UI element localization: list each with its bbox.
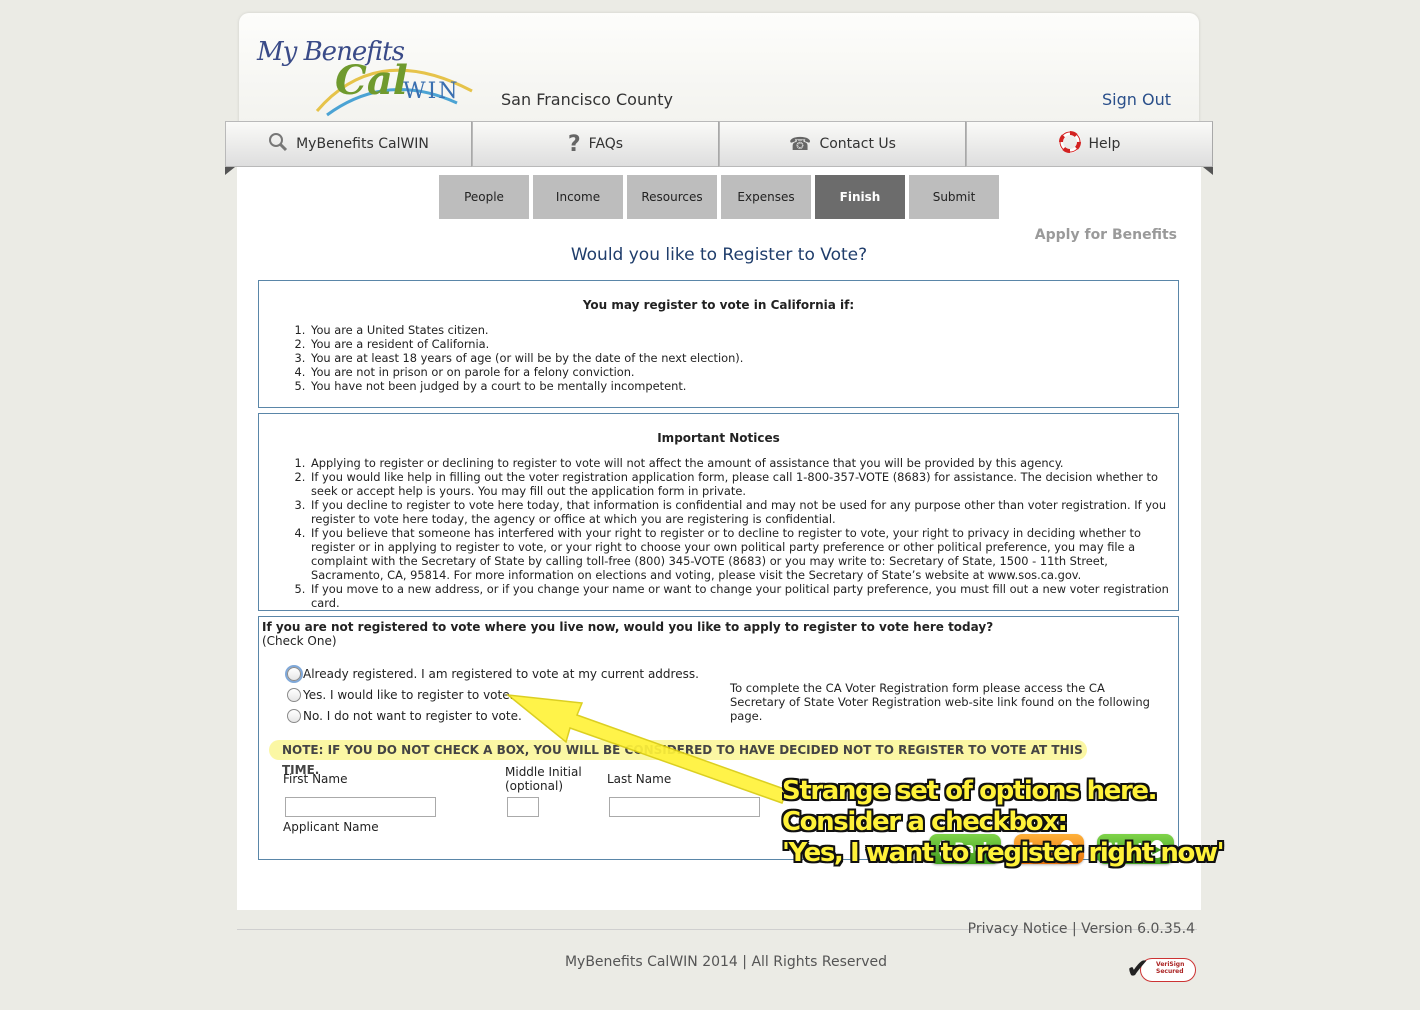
apply-for-benefits-label: Apply for Benefits <box>1034 227 1177 243</box>
nav-faqs[interactable]: ? FAQs <box>472 121 719 167</box>
annotation-line: Strange set of options here. <box>782 776 1158 806</box>
sign-out-link[interactable]: Sign Out <box>1102 90 1171 109</box>
privacy-notice-link[interactable]: Privacy Notice <box>968 921 1068 937</box>
check-one-label: (Check One) <box>262 634 337 648</box>
eligibility-list: You are a United States citizen. You are… <box>259 323 1178 393</box>
page-title: Would you like to Register to Vote? <box>570 245 868 265</box>
registration-question: If you are not registered to vote where … <box>262 620 994 634</box>
logo-win-text: WIN <box>403 79 460 104</box>
copyright: MyBenefits CalWIN 2014 | All Rights Rese… <box>564 954 888 970</box>
eligibility-heading: You may register to vote in California i… <box>582 298 855 312</box>
annotation-line: 'Yes, I want to register right now' <box>782 838 1225 868</box>
option-label: Yes. I would like to register to vote. <box>303 688 514 702</box>
first-name-label: First Name <box>283 772 348 786</box>
verisign-line: Secured <box>1156 968 1184 975</box>
checkmark-icon: ✔ <box>1126 952 1150 985</box>
middle-initial-input[interactable] <box>507 797 539 817</box>
last-name-label: Last Name <box>607 772 672 786</box>
nav-label: FAQs <box>588 136 624 152</box>
logo-cal-text: Cal <box>335 57 408 104</box>
lifebuoy-icon <box>1058 130 1081 158</box>
verisign-text: VeriSign Secured <box>1156 961 1184 975</box>
nav-label: Contact Us <box>819 136 896 152</box>
nav-fold-right <box>1203 167 1213 175</box>
verisign-seal[interactable]: ✔ VeriSign Secured <box>1126 952 1196 985</box>
step-tabs: People Income Resources Expenses Finish … <box>439 175 999 219</box>
ca-registration-hint: To complete the CA Voter Registration fo… <box>730 681 1150 723</box>
option-no-register[interactable]: No. I do not want to register to vote. <box>287 709 522 723</box>
list-item: If you believe that someone has interfer… <box>309 526 1174 582</box>
notices-list: Applying to register or declining to reg… <box>259 456 1178 610</box>
radio-no-register[interactable] <box>287 709 301 723</box>
list-item: You are not in prison or on parole for a… <box>309 365 1178 379</box>
version-label: Version 6.0.35.4 <box>1081 921 1195 937</box>
nav-fold-left <box>225 167 235 175</box>
list-item: You have not been judged by a court to b… <box>309 379 1178 393</box>
list-item: You are a United States citizen. <box>309 323 1178 337</box>
notices-box: Important Notices Applying to register o… <box>258 413 1179 611</box>
step-finish[interactable]: Finish <box>815 175 905 219</box>
no-check-note: NOTE: IF YOU DO NOT CHECK A BOX, YOU WIL… <box>269 740 1087 777</box>
step-people[interactable]: People <box>439 175 529 219</box>
list-item: You are at least 18 years of age (or wil… <box>309 351 1178 365</box>
footer-links: Privacy Notice | Version 6.0.35.4 <box>968 921 1195 937</box>
nav-mybenefits[interactable]: MyBenefits CalWIN <box>225 121 472 167</box>
option-already-registered[interactable]: Already registered. I am registered to v… <box>287 667 699 681</box>
radio-already-registered[interactable] <box>287 667 301 681</box>
option-yes-register[interactable]: Yes. I would like to register to vote. <box>287 688 513 702</box>
applicant-name-label: Applicant Name <box>283 820 379 834</box>
step-resources[interactable]: Resources <box>627 175 717 219</box>
list-item: If you would like help in filling out th… <box>309 470 1174 498</box>
step-expenses[interactable]: Expenses <box>721 175 811 219</box>
first-name-input[interactable] <box>285 797 436 817</box>
main-nav: MyBenefits CalWIN ? FAQs ☎ Contact Us He… <box>225 121 1213 167</box>
nav-label: Help <box>1088 136 1121 152</box>
last-name-input[interactable] <box>609 797 760 817</box>
notices-heading: Important Notices <box>657 431 780 445</box>
phone-icon: ☎ <box>789 133 812 155</box>
list-item: If you decline to register to vote here … <box>309 498 1174 526</box>
header: My Benefits Cal WIN San Francisco County… <box>239 13 1199 123</box>
annotation-line: Consider a checkbox: <box>782 807 1068 837</box>
nav-help[interactable]: Help <box>966 121 1213 167</box>
radio-yes-register[interactable] <box>287 688 301 702</box>
list-item: Applying to register or declining to reg… <box>309 456 1174 470</box>
nav-label: MyBenefits CalWIN <box>296 136 429 152</box>
verisign-line: VeriSign <box>1156 961 1185 968</box>
middle-initial-label: Middle Initial <box>505 765 582 779</box>
mybenefits-calwin-logo[interactable]: My Benefits Cal WIN <box>257 31 487 121</box>
nav-contact-us[interactable]: ☎ Contact Us <box>719 121 966 167</box>
search-icon <box>268 132 288 157</box>
footer-separator: | <box>1072 921 1077 937</box>
annotation-text: Strange set of options here. Consider a c… <box>782 776 1225 869</box>
middle-optional-label: (optional) <box>505 779 563 793</box>
option-label: No. I do not want to register to vote. <box>303 709 522 723</box>
list-item: You are a resident of California. <box>309 337 1178 351</box>
county-name: San Francisco County <box>501 90 673 109</box>
question-icon: ? <box>567 131 581 157</box>
step-income[interactable]: Income <box>533 175 623 219</box>
list-item: If you move to a new address, or if you … <box>309 582 1174 610</box>
eligibility-box: You may register to vote in California i… <box>258 280 1179 408</box>
step-submit[interactable]: Submit <box>909 175 999 219</box>
option-label: Already registered. I am registered to v… <box>303 667 699 681</box>
